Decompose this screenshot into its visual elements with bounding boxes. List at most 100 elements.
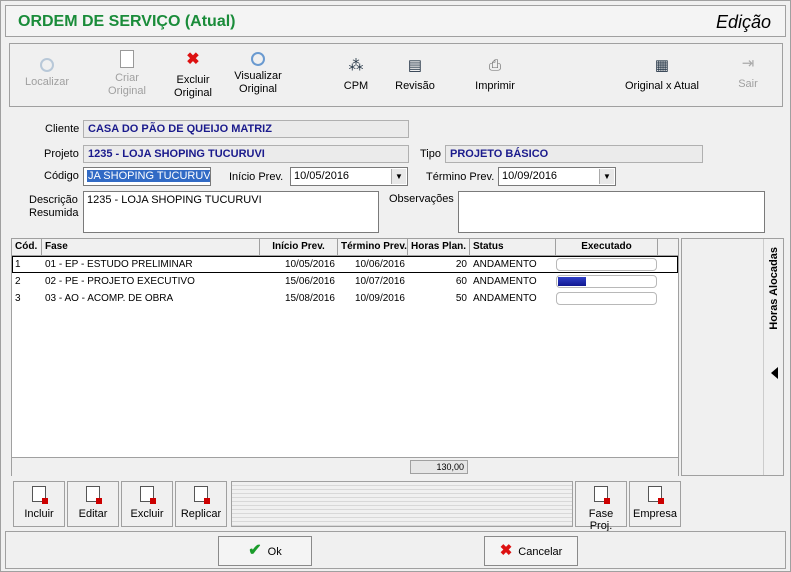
excluir-orig-label-2: Original xyxy=(174,87,212,99)
original-atual-button[interactable]: ▦ Original x Atual xyxy=(622,56,702,110)
criar-original-button[interactable]: Criar Original xyxy=(102,50,152,104)
col-status[interactable]: Status xyxy=(470,239,556,256)
observacoes-textarea[interactable] xyxy=(458,191,765,233)
empresa-button[interactable]: Empresa xyxy=(629,481,681,527)
chevron-down-icon[interactable]: ▼ xyxy=(599,169,614,184)
delete-document-icon xyxy=(140,486,156,504)
visualizar-original-button[interactable]: Visualizar Original xyxy=(230,50,286,104)
replicar-button[interactable]: Replicar xyxy=(175,481,227,527)
expand-left-arrow-icon[interactable] xyxy=(771,367,778,379)
cell-termino: 10/07/2016 xyxy=(354,276,405,287)
chevron-down-icon[interactable]: ▼ xyxy=(391,169,406,184)
tipo-label: Tipo xyxy=(420,148,441,160)
grid-header: Cód. Fase Início Prev. Término Prev. Hor… xyxy=(12,239,678,256)
projeto-field: 1235 - LOJA SHOPING TUCURUVI xyxy=(83,145,409,163)
inicio-prev-value: 10/05/2016 xyxy=(294,170,350,182)
close-icon: ✖ xyxy=(499,542,513,559)
cell-termino: 10/06/2016 xyxy=(354,259,405,270)
revisao-label: Revisão xyxy=(395,80,435,92)
col-termino[interactable]: Término Prev. xyxy=(338,239,408,256)
toolbar: Localizar Criar Original ✖ Excluir Origi… xyxy=(9,43,783,107)
horas-alocadas-panel: Horas Alocadas xyxy=(681,238,784,476)
codigo-input[interactable]: JA SHOPING TUCURUVI xyxy=(83,167,211,186)
incluir-label: Incluir xyxy=(24,508,54,520)
original-atual-label: Original x Atual xyxy=(625,80,699,92)
visualizar-label-1: Visualizar xyxy=(234,70,282,82)
inicio-prev-label: Início Prev. xyxy=(229,171,284,183)
printer-icon: ⎙ xyxy=(488,57,501,74)
editar-button[interactable]: Editar xyxy=(67,481,119,527)
cell-horas: 60 xyxy=(455,276,467,287)
sair-button[interactable]: ⇥ Sair xyxy=(730,54,766,108)
fase-proj-button[interactable]: Fase Proj. xyxy=(575,481,627,532)
os-window: ORDEM DE SERVIÇO (Atual) Edição Localiza… xyxy=(0,0,791,572)
title-bar: ORDEM DE SERVIÇO (Atual) Edição xyxy=(5,5,786,37)
inicio-prev-dropdown[interactable]: 10/05/2016 ▼ xyxy=(290,167,408,186)
cell-status: ANDAMENTO xyxy=(473,259,537,270)
search-icon xyxy=(40,58,54,72)
localizar-button[interactable]: Localizar xyxy=(20,56,74,110)
cliente-label: Cliente xyxy=(45,123,80,135)
ok-button[interactable]: ✔ Ok xyxy=(218,536,312,566)
col-horas[interactable]: Horas Plan. xyxy=(408,239,470,256)
sair-label: Sair xyxy=(738,78,758,90)
total-horas: 130,00 xyxy=(410,460,468,474)
excluir-label: Excluir xyxy=(130,508,164,520)
cliente-field: CASA DO PÃO DE QUEIJO MATRIZ xyxy=(83,120,409,138)
exit-icon: ⇥ xyxy=(741,55,755,72)
tipo-field: PROJETO BÁSICO xyxy=(445,145,703,163)
cell-cod: 1 xyxy=(15,259,21,270)
grid-footer: 130,00 xyxy=(12,457,678,476)
revisao-button[interactable]: ▤ Revisão xyxy=(392,56,438,110)
incluir-button[interactable]: Incluir xyxy=(13,481,65,527)
imprimir-button[interactable]: ⎙ Imprimir xyxy=(472,56,518,110)
cell-inicio: 15/08/2016 xyxy=(284,293,335,304)
excluir-original-button[interactable]: ✖ Excluir Original xyxy=(168,50,218,104)
table-row[interactable]: 2 02 - PE - PROJETO EXECUTIVO 15/06/2016 10… xyxy=(12,273,678,290)
col-cod[interactable]: Cód. xyxy=(12,239,42,256)
excluir-orig-label-1: Excluir xyxy=(176,74,210,86)
editar-label: Editar xyxy=(78,508,108,520)
descricao-textarea[interactable]: 1235 - LOJA SHOPING TUCURUVI xyxy=(83,191,379,233)
check-icon: ✔ xyxy=(248,542,262,559)
horas-alocadas-tab[interactable]: Horas Alocadas xyxy=(763,239,783,475)
col-inicio[interactable]: Início Prev. xyxy=(260,239,338,256)
empresa-label: Empresa xyxy=(632,508,678,520)
table-row[interactable]: 1 01 - EP - ESTUDO PRELIMINAR 10/05/2016 10… xyxy=(12,256,678,273)
list-icon: ▤ xyxy=(407,57,423,74)
cpm-label: CPM xyxy=(343,80,369,92)
termino-prev-label: Término Prev. xyxy=(426,171,495,183)
criar-label-2: Original xyxy=(108,85,146,97)
termino-prev-dropdown[interactable]: 10/09/2016 ▼ xyxy=(498,167,616,186)
codigo-label: Código xyxy=(44,170,79,182)
copy-documents-icon xyxy=(194,486,210,504)
window-title: ORDEM DE SERVIÇO (Atual) xyxy=(18,13,236,30)
cpm-button[interactable]: ⁂ CPM xyxy=(336,56,376,110)
cell-inicio: 15/06/2016 xyxy=(284,276,335,287)
cell-fase: 01 - EP - ESTUDO PRELIMINAR xyxy=(45,259,193,270)
cancel-label: Cancelar xyxy=(518,546,563,558)
ok-label: Ok xyxy=(267,546,282,558)
cell-termino: 10/09/2016 xyxy=(354,293,405,304)
executado-progress-bar xyxy=(556,258,657,271)
cell-horas: 50 xyxy=(455,293,467,304)
cell-cod: 3 xyxy=(15,293,21,304)
dialog-footer: ✔ Ok ✖ Cancelar xyxy=(5,531,786,569)
table-row[interactable]: 3 03 - AO - ACOMP. DE OBRA 15/08/2016 10/09… xyxy=(12,290,678,307)
cell-cod: 2 xyxy=(15,276,21,287)
edit-document-icon xyxy=(86,486,102,504)
projeto-label: Projeto xyxy=(44,148,79,160)
cell-inicio: 10/05/2016 xyxy=(284,259,335,270)
action-bar: Incluir Editar Excluir Replicar Fase Pro… xyxy=(11,479,784,532)
new-document-icon xyxy=(120,50,134,68)
criar-label-1: Criar xyxy=(115,72,139,84)
excluir-button[interactable]: Excluir xyxy=(121,481,173,527)
compare-chart-icon: ▦ xyxy=(654,57,670,74)
col-fase[interactable]: Fase xyxy=(42,239,260,256)
cell-status: ANDAMENTO xyxy=(473,293,537,304)
termino-prev-value: 10/09/2016 xyxy=(502,170,558,182)
cancel-button[interactable]: ✖ Cancelar xyxy=(484,536,578,566)
col-executado[interactable]: Executado xyxy=(556,239,658,256)
progress-fill xyxy=(558,277,586,286)
toolbar-spacer xyxy=(231,481,573,527)
